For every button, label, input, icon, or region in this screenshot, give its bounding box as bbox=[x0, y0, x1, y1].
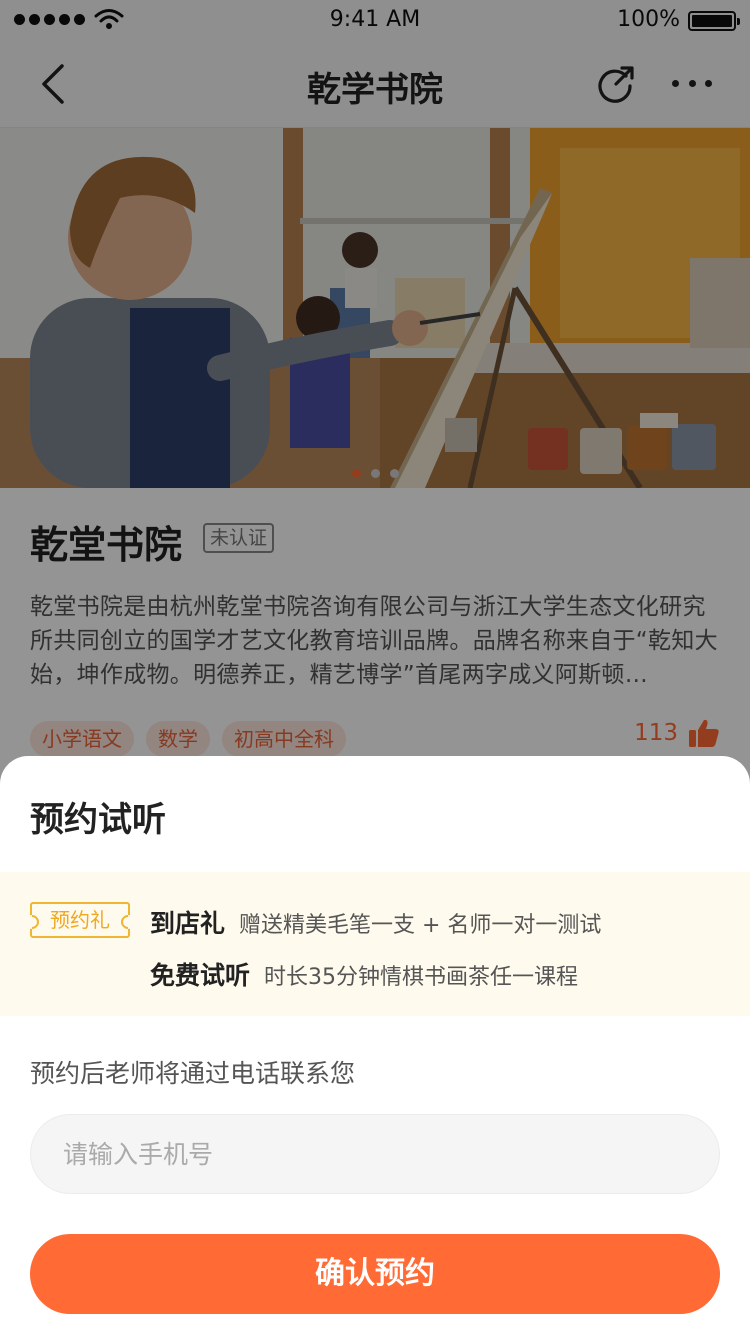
booking-sheet: 预约试听 预约礼 到店礼 赠送精美毛笔一支 + 名师一对一测试 免费试听 时长3… bbox=[0, 756, 750, 1334]
gift-row: 免费试听 时长35分钟情棋书画茶任一课程 bbox=[150, 956, 578, 992]
confirm-booking-button[interactable]: 确认预约 bbox=[30, 1234, 720, 1314]
gift-label: 到店礼 bbox=[150, 909, 226, 938]
contact-hint: 预约后老师将通过电话联系您 bbox=[30, 1059, 356, 1088]
gift-description: 赠送精美毛笔一支 + 名师一对一测试 bbox=[239, 913, 602, 938]
gift-label: 免费试听 bbox=[150, 961, 251, 990]
gift-badge: 预约礼 bbox=[30, 902, 130, 938]
sheet-title: 预约试听 bbox=[30, 800, 166, 840]
gift-panel: 预约礼 到店礼 赠送精美毛笔一支 + 名师一对一测试 免费试听 时长35分钟情棋… bbox=[0, 872, 750, 1016]
gift-row: 到店礼 赠送精美毛笔一支 + 名师一对一测试 bbox=[150, 904, 601, 940]
gift-description: 时长35分钟情棋书画茶任一课程 bbox=[264, 965, 579, 990]
phone-number-input[interactable] bbox=[30, 1114, 720, 1194]
